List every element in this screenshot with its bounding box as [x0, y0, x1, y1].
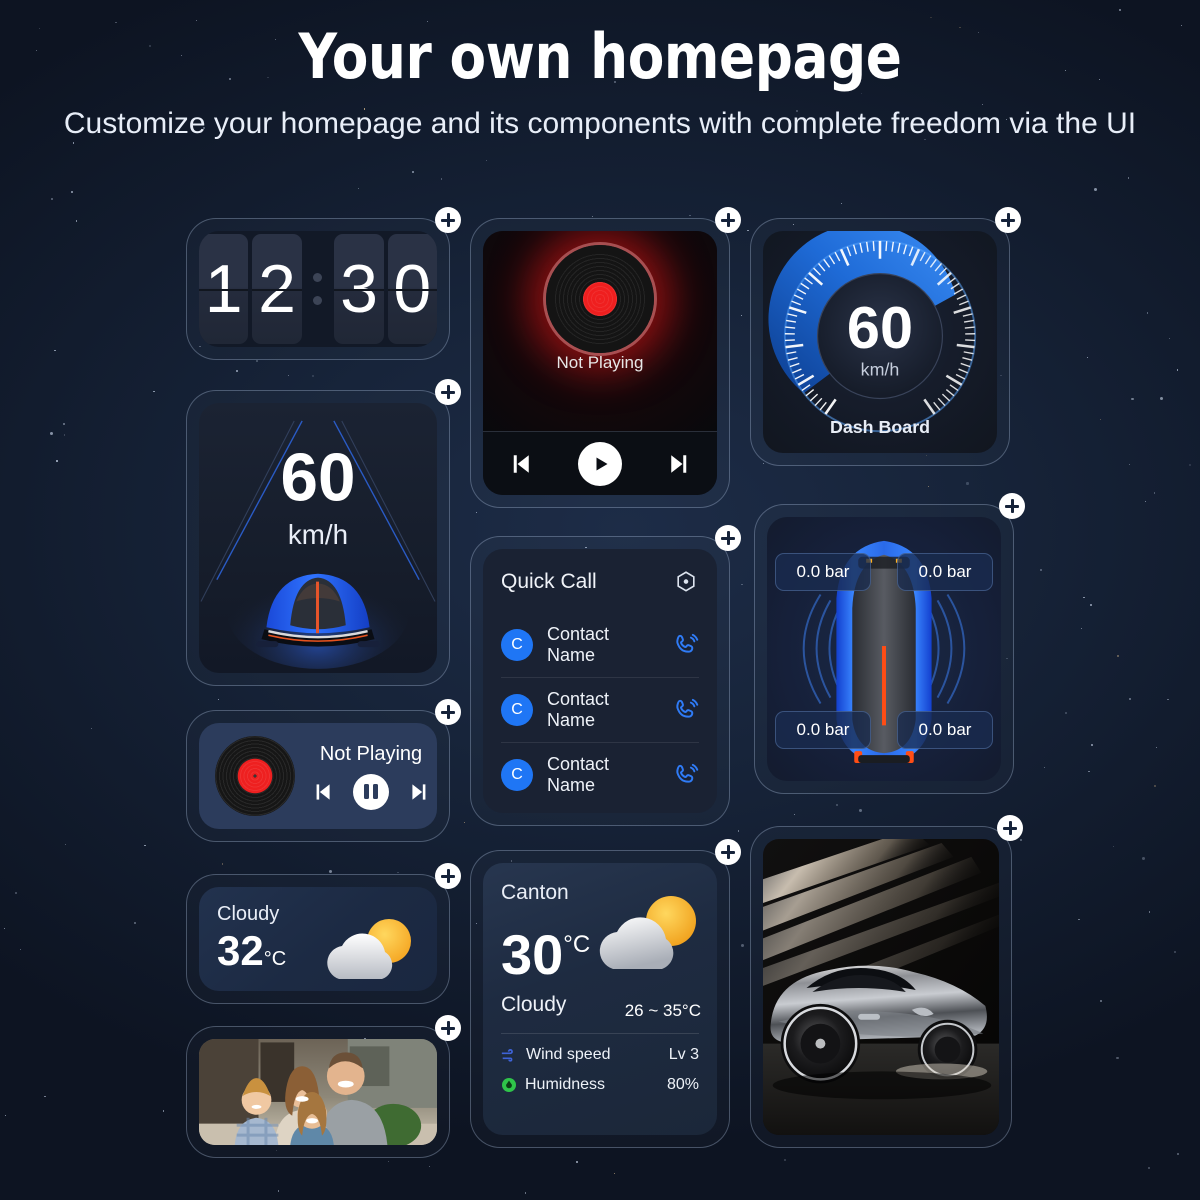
phone-icon[interactable] [673, 697, 699, 723]
clock-digit-minute-tens: 3 [334, 234, 384, 344]
gauge-graphic: 60 km/h Dash Board [768, 231, 977, 437]
clock-digit-hour-ones: 2 [252, 234, 302, 344]
widget-photo-car[interactable] [750, 815, 1023, 1148]
media-status-label: Not Playing [556, 353, 644, 372]
temperature-unit: °C [263, 948, 287, 970]
list-item[interactable]: C Contact Name [501, 742, 699, 807]
widget-media-player-small[interactable]: Not Playing [186, 699, 461, 842]
detail-value: Lv 3 [668, 1046, 699, 1063]
widget-quick-call[interactable]: Quick Call C Contact Name C Contact Name [470, 525, 741, 826]
phone-icon[interactable] [673, 632, 699, 658]
divider [501, 1033, 699, 1034]
avatar: C [501, 694, 533, 726]
add-widget-button[interactable] [435, 1015, 461, 1041]
hexagon-settings-icon[interactable] [673, 569, 699, 595]
detail-value: 80% [666, 1076, 699, 1093]
quick-call-header: Quick Call [501, 569, 699, 595]
add-widget-button[interactable] [995, 207, 1021, 233]
pause-icon[interactable] [353, 773, 389, 810]
humidity-icon [501, 1077, 517, 1093]
contact-name: Contact Name [547, 754, 610, 795]
temperature-value: 32 [217, 927, 264, 974]
widget-speed[interactable]: 60 km/h [186, 379, 461, 686]
family-photo [199, 1039, 437, 1145]
sun-behind-cloud-icon [593, 891, 711, 983]
album-art-area: Not Playing [483, 231, 717, 431]
weather-detail-wind: Wind speed Lv 3 [501, 1046, 699, 1064]
page-subtitle: Customize your homepage and its componen… [63, 106, 1137, 140]
sports-car-photo [763, 839, 999, 1135]
widget-weather-compact[interactable]: Cloudy 32°C [186, 863, 461, 1004]
speed-unit: km/h [288, 519, 348, 550]
vinyl-record-icon [215, 736, 295, 816]
list-item[interactable]: C Contact Name [501, 613, 699, 677]
contact-name: Contact Name [547, 689, 610, 730]
clock-digit-minute-ones: 0 [387, 234, 437, 344]
widget-photo-family[interactable] [186, 1015, 461, 1158]
speed-graphic: 60 km/h [200, 420, 436, 669]
tire-pressure-rear-right: 0.0 bar [897, 711, 993, 749]
widget-tire-pressure[interactable]: 0.0 bar 0.0 bar 0.0 bar 0.0 bar [754, 493, 1025, 794]
speed-value: 60 [281, 440, 356, 515]
phone-icon[interactable] [673, 762, 699, 788]
sun-behind-cloud-icon [319, 913, 423, 991]
page-title: Your own homepage [298, 20, 902, 93]
add-widget-button[interactable] [999, 493, 1025, 519]
tire-pressure-rear-left: 0.0 bar [775, 711, 871, 749]
add-widget-button[interactable] [435, 207, 461, 233]
flip-clock: 1 2 3 0 [199, 231, 437, 347]
previous-track-icon[interactable] [505, 449, 535, 479]
play-icon[interactable] [577, 441, 622, 486]
tire-pressure-front-right: 0.0 bar [897, 553, 993, 591]
next-track-icon[interactable] [665, 449, 695, 479]
weather-detail-humidity: Humidness 80% [501, 1076, 699, 1094]
media-status-label: Not Playing [319, 742, 423, 765]
media-controls [483, 431, 717, 495]
gauge-value: 60 [847, 294, 913, 361]
gauge-label: Dash Board [830, 417, 930, 437]
add-widget-button[interactable] [715, 207, 741, 233]
media-controls [309, 773, 433, 810]
weather-range: 26 ~ 35°C [624, 1001, 701, 1020]
wind-icon [501, 1048, 518, 1062]
next-track-icon[interactable] [407, 779, 433, 805]
add-widget-button[interactable] [715, 839, 741, 865]
list-item[interactable]: C Contact Name [501, 677, 699, 742]
add-widget-button[interactable] [715, 525, 741, 551]
clock-digit-hour-tens: 1 [199, 234, 249, 344]
temperature-unit: °C [563, 931, 591, 958]
avatar: C [501, 759, 533, 791]
clock-separator [306, 234, 331, 344]
temperature-value: 30 [501, 923, 564, 986]
avatar: C [501, 629, 533, 661]
add-widget-button[interactable] [435, 863, 461, 889]
gauge-unit: km/h [861, 360, 900, 380]
detail-label: Humidness [525, 1076, 606, 1093]
add-widget-button[interactable] [435, 699, 461, 725]
widget-media-player-large[interactable]: Not Playing [470, 207, 741, 508]
contact-name: Contact Name [547, 624, 610, 665]
add-widget-button[interactable] [435, 379, 461, 405]
page-header: Your own homepage Customize your homepag… [0, 20, 1200, 146]
previous-track-icon[interactable] [309, 779, 335, 805]
vinyl-record-icon [546, 245, 654, 353]
add-widget-button[interactable] [997, 815, 1023, 841]
widget-dashboard-gauge[interactable]: 60 km/h Dash Board [750, 207, 1021, 466]
tire-pressure-front-left: 0.0 bar [775, 553, 871, 591]
widget-weather-detailed[interactable]: Canton 30°C 26 ~ 35°C Cloudy Wind speed … [470, 839, 741, 1148]
widget-clock[interactable]: 1 2 3 0 [186, 207, 461, 360]
quick-call-title: Quick Call [501, 570, 597, 593]
weather-temperature: 32°C [217, 927, 286, 975]
detail-label: Wind speed [526, 1046, 611, 1063]
